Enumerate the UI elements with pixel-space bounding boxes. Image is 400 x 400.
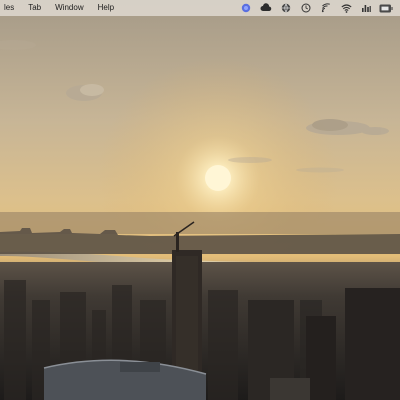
battery-icon[interactable]: [378, 0, 394, 16]
status-area: [234, 0, 394, 16]
colored-circle-icon[interactable]: [238, 0, 254, 16]
globe-icon[interactable]: [278, 0, 294, 16]
menu-bar: les Tab Window Help: [0, 0, 400, 16]
menu-window[interactable]: Window: [48, 0, 90, 16]
building-near: [270, 378, 310, 400]
app-menus: les Tab Window Help: [0, 0, 121, 16]
cast-icon[interactable]: [318, 0, 334, 16]
wallpaper: [0, 0, 400, 400]
foreground-roof-unit: [120, 362, 160, 372]
bar-chart-icon[interactable]: [358, 0, 374, 16]
desktop: les Tab Window Help: [0, 0, 400, 400]
horizon-haze: [0, 212, 400, 234]
menu-help[interactable]: Help: [91, 0, 121, 16]
tower-mid: [306, 316, 336, 400]
menu-files[interactable]: les: [0, 0, 21, 16]
menu-tab[interactable]: Tab: [21, 0, 48, 16]
tall-tower-right: [345, 288, 400, 400]
clock-icon[interactable]: [298, 0, 314, 16]
sun: [205, 165, 231, 191]
wifi-icon[interactable]: [338, 0, 354, 16]
cloud-sync-icon[interactable]: [258, 0, 274, 16]
